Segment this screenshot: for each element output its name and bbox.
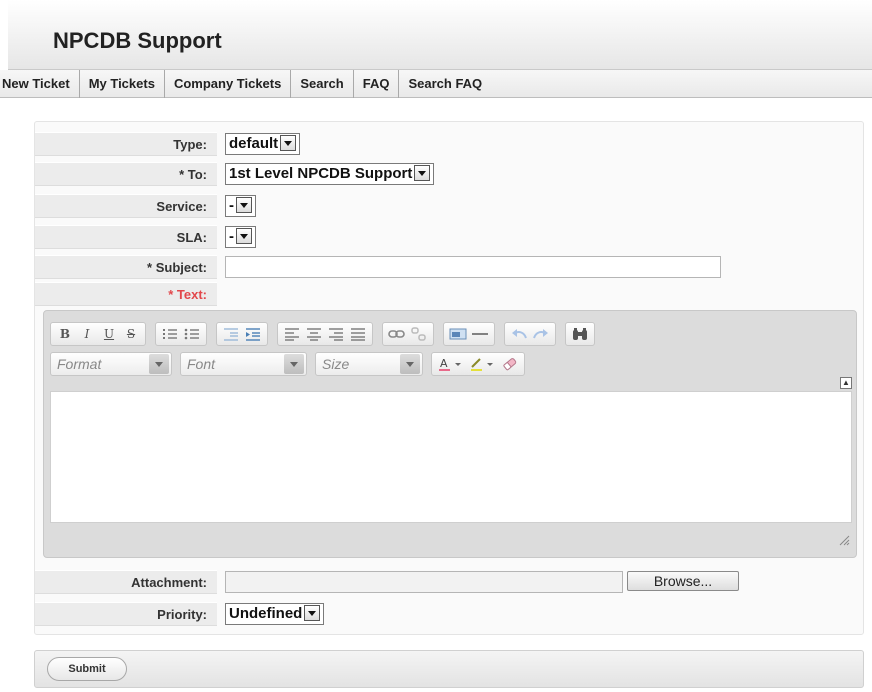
size-placeholder: Size [322, 356, 350, 372]
history-group [504, 322, 556, 346]
nav-search-faq[interactable]: Search FAQ [399, 70, 491, 98]
type-select[interactable]: default [225, 133, 301, 155]
nav-faq[interactable]: FAQ [354, 69, 400, 98]
nav-search[interactable]: Search [291, 69, 354, 98]
editor-toolbar-row-2: Format Font Size A [50, 351, 534, 377]
nav-new-ticket[interactable]: New Ticket [0, 69, 80, 98]
strikethrough-button[interactable]: S [120, 324, 142, 344]
italic-button[interactable]: I [76, 324, 98, 344]
bulleted-list-icon[interactable] [181, 324, 203, 344]
attachment-file-input[interactable] [225, 571, 623, 593]
subject-input[interactable] [225, 256, 721, 278]
dropdown-arrow-icon[interactable] [304, 605, 321, 622]
outdent-icon[interactable] [220, 324, 242, 344]
dropdown-arrow-icon[interactable] [280, 135, 297, 152]
sla-label: SLA: [35, 225, 217, 249]
dropdown-arrow-icon[interactable] [284, 354, 304, 374]
dropdown-arrow-icon[interactable] [236, 197, 252, 214]
priority-label: Priority: [35, 602, 217, 626]
service-row: Service: - [35, 194, 865, 218]
link-group [382, 322, 434, 346]
to-value: 1st Level NPCDB Support [229, 165, 413, 182]
horizontal-rule-icon[interactable] [469, 324, 491, 344]
indent-group [216, 322, 268, 346]
resize-grip-icon[interactable] [838, 534, 850, 549]
dropdown-arrow-icon[interactable] [400, 354, 420, 374]
format-combo[interactable]: Format [50, 352, 172, 376]
to-label: * To: [35, 162, 217, 186]
attachment-row: Attachment: Browse... [35, 570, 865, 594]
editor-content-area[interactable] [50, 391, 852, 523]
indent-icon[interactable] [242, 324, 264, 344]
submit-button[interactable]: Submit [47, 657, 127, 681]
nav-my-tickets[interactable]: My Tickets [80, 69, 165, 98]
rich-text-editor: B I U S Format Font Size A ▲ [43, 310, 857, 558]
priority-value: Undefined [229, 605, 303, 622]
nav-company-tickets[interactable]: Company Tickets [165, 69, 292, 98]
underline-button[interactable]: U [98, 324, 120, 344]
bold-button[interactable]: B [54, 324, 76, 344]
find-group [565, 322, 595, 346]
main-nav: New Ticket My Tickets Company Tickets Se… [0, 69, 872, 98]
align-left-icon[interactable] [281, 324, 303, 344]
type-value: default [229, 135, 279, 152]
dropdown-arrow-icon[interactable] [414, 165, 431, 182]
browse-button[interactable]: Browse... [627, 571, 739, 591]
sla-row: SLA: - [35, 225, 865, 249]
color-group: A [431, 352, 525, 376]
highlight-color-icon[interactable] [467, 354, 499, 374]
dropdown-arrow-icon[interactable] [149, 354, 169, 374]
type-label: Type: [35, 132, 217, 156]
subject-row: * Subject: [35, 255, 865, 279]
size-combo[interactable]: Size [315, 352, 423, 376]
text-row: * Text: [35, 282, 865, 306]
align-right-icon[interactable] [325, 324, 347, 344]
numbered-list-icon[interactable] [159, 324, 181, 344]
dropdown-arrow-icon[interactable] [236, 228, 252, 245]
list-group [155, 322, 207, 346]
new-ticket-form: Type: default * To: 1st Level NPCDB Supp… [34, 121, 864, 635]
remove-format-eraser-icon[interactable] [499, 354, 521, 374]
align-center-icon[interactable] [303, 324, 325, 344]
undo-icon[interactable] [508, 324, 530, 344]
justify-icon[interactable] [347, 324, 369, 344]
app-header: NPCDB Support [8, 0, 872, 70]
svg-text:A: A [440, 357, 448, 370]
attachment-label: Attachment: [35, 570, 217, 594]
image-icon[interactable] [447, 324, 469, 344]
to-select[interactable]: 1st Level NPCDB Support [225, 163, 435, 185]
redo-icon[interactable] [530, 324, 552, 344]
type-row: Type: default [35, 132, 865, 156]
submit-bar: Submit [34, 650, 864, 688]
align-group [277, 322, 373, 346]
service-value: - [229, 197, 234, 214]
service-select[interactable]: - [225, 195, 256, 217]
sla-select[interactable]: - [225, 226, 256, 248]
editor-toolbar-row-1: B I U S [50, 321, 604, 347]
subject-label: * Subject: [35, 255, 217, 279]
to-row: * To: 1st Level NPCDB Support [35, 162, 865, 186]
font-placeholder: Font [187, 356, 216, 372]
font-combo[interactable]: Font [180, 352, 307, 376]
unlink-icon[interactable] [408, 324, 430, 344]
format-placeholder: Format [57, 356, 102, 372]
link-icon[interactable] [386, 324, 408, 344]
priority-row: Priority: Undefined [35, 602, 865, 626]
sla-value: - [229, 228, 234, 245]
basic-styles-group: B I U S [50, 322, 146, 346]
service-label: Service: [35, 194, 217, 218]
text-label: * Text: [35, 282, 217, 306]
insert-group [443, 322, 495, 346]
text-color-icon[interactable]: A [435, 354, 467, 374]
priority-select[interactable]: Undefined [225, 603, 325, 625]
find-binoculars-icon[interactable] [569, 324, 591, 344]
collapse-toolbar-icon[interactable]: ▲ [840, 377, 852, 389]
app-title: NPCDB Support [53, 28, 222, 53]
